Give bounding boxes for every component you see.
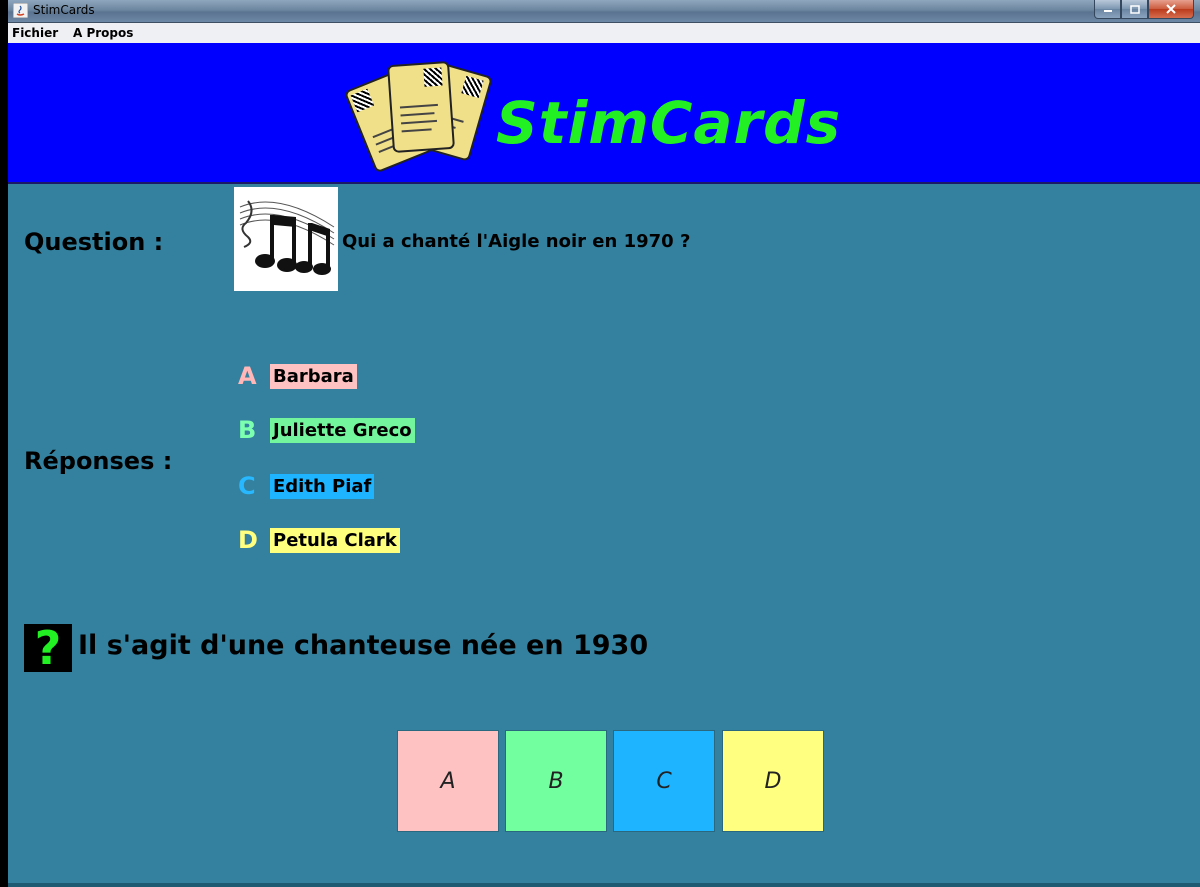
music-notes-icon <box>234 187 338 291</box>
menu-a-propos[interactable]: A Propos <box>73 26 133 40</box>
question-mark-icon[interactable]: ? <box>24 624 72 672</box>
app-logo-title: StimCards <box>496 89 842 157</box>
answer-d: D Petula Clark <box>238 524 400 556</box>
minimize-button[interactable] <box>1094 0 1121 19</box>
answers-label: Réponses : <box>24 447 173 475</box>
close-icon <box>1166 4 1176 14</box>
answer-d-text: Petula Clark <box>270 527 400 553</box>
maximize-button[interactable] <box>1121 0 1148 19</box>
question-text: Qui a chanté l'Aigle noir en 1970 ? <box>342 231 691 252</box>
answer-a-letter: A <box>238 362 257 390</box>
menu-fichier[interactable]: Fichier <box>12 26 58 40</box>
minimize-icon <box>1103 10 1112 12</box>
window-bottom-border <box>8 883 1200 887</box>
app-window: StimCards Fichier A Propos StimCards Que… <box>8 0 1200 887</box>
answer-b: B Juliette Greco <box>238 414 415 446</box>
answer-button-c[interactable]: C <box>613 730 715 832</box>
answer-a: A Barbara <box>238 360 357 392</box>
answer-c-text: Edith Piaf <box>270 473 375 499</box>
answer-c: C Edith Piaf <box>238 470 375 502</box>
answer-b-letter: B <box>238 416 257 444</box>
cards-logo-icon <box>343 49 494 177</box>
answer-button-b[interactable]: B <box>505 730 607 832</box>
answer-a-text: Barbara <box>270 363 357 389</box>
title-bar[interactable]: StimCards <box>8 0 1200 23</box>
header-banner: StimCards <box>8 43 1200 184</box>
java-icon <box>13 3 28 18</box>
window-title: StimCards <box>33 3 95 17</box>
answer-button-a[interactable]: A <box>397 730 499 832</box>
menu-bar: Fichier A Propos <box>8 23 1200 44</box>
close-button[interactable] <box>1148 0 1194 19</box>
answer-c-letter: C <box>238 472 256 500</box>
maximize-icon <box>1129 4 1140 14</box>
answer-b-text: Juliette Greco <box>270 417 415 443</box>
answer-d-letter: D <box>238 526 258 554</box>
answer-button-d[interactable]: D <box>722 730 824 832</box>
hint-text: Il s'agit d'une chanteuse née en 1930 <box>78 630 649 661</box>
question-label: Question : <box>24 228 164 256</box>
